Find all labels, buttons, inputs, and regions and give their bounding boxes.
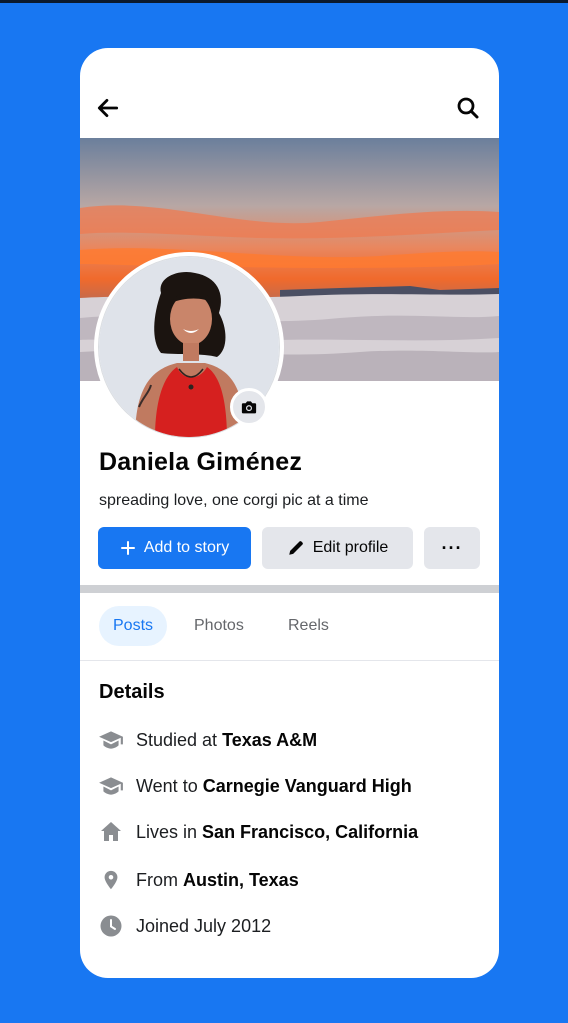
plus-icon (120, 541, 135, 555)
detail-prefix: From (136, 869, 183, 890)
tab-photos[interactable]: Photos (180, 606, 258, 646)
detail-value: San Francisco, California (202, 821, 419, 842)
more-options-icon: ··· (441, 537, 463, 558)
detail-from: From Austin, Texas (96, 865, 299, 895)
profile-tabs: Posts Photos Reels (80, 606, 499, 648)
location-pin-icon (96, 865, 126, 895)
detail-lives-in: Lives in San Francisco, California (96, 817, 418, 847)
phone-screen: Daniela Giménez spreading love, one corg… (80, 48, 499, 978)
search-icon (457, 97, 479, 119)
detail-prefix: Lives in (136, 821, 203, 842)
tab-posts[interactable]: Posts (99, 606, 168, 646)
profile-name: Daniela Giménez (99, 448, 303, 476)
tabs-divider (80, 660, 499, 661)
edit-profile-button[interactable]: Edit profile (262, 527, 413, 569)
graduation-cap-icon (96, 725, 126, 755)
back-button[interactable] (92, 92, 124, 124)
details-heading: Details (99, 681, 165, 703)
camera-icon (241, 401, 257, 414)
graduation-cap-icon (96, 771, 126, 801)
tab-reels[interactable]: Reels (274, 606, 343, 646)
home-icon (96, 817, 126, 847)
detail-education-2: Went to Carnegie Vanguard High (96, 771, 412, 801)
detail-value: Austin, Texas (183, 869, 299, 890)
add-to-story-button[interactable]: Add to story (98, 527, 251, 569)
detail-education-1: Studied at Texas A&M (96, 725, 317, 755)
clock-icon (96, 911, 126, 941)
detail-prefix: Went to (136, 775, 203, 796)
more-options-button[interactable]: ··· (424, 527, 480, 569)
search-button[interactable] (452, 92, 484, 124)
detail-value: Texas A&M (222, 729, 318, 750)
add-to-story-label: Add to story (143, 539, 230, 556)
pencil-icon (288, 541, 303, 555)
section-divider (80, 585, 499, 593)
detail-value: Carnegie Vanguard High (202, 775, 412, 796)
detail-prefix: Studied at (136, 729, 223, 750)
detail-joined-text: Joined July 2012 (136, 915, 272, 936)
profile-bio: spreading love, one corgi pic at a time (99, 492, 369, 509)
back-arrow-icon (97, 99, 119, 117)
change-photo-button[interactable] (230, 388, 268, 426)
detail-joined: Joined July 2012 (96, 911, 271, 941)
top-edge (0, 0, 568, 3)
edit-profile-label: Edit profile (312, 539, 389, 556)
app-bar (80, 48, 499, 138)
